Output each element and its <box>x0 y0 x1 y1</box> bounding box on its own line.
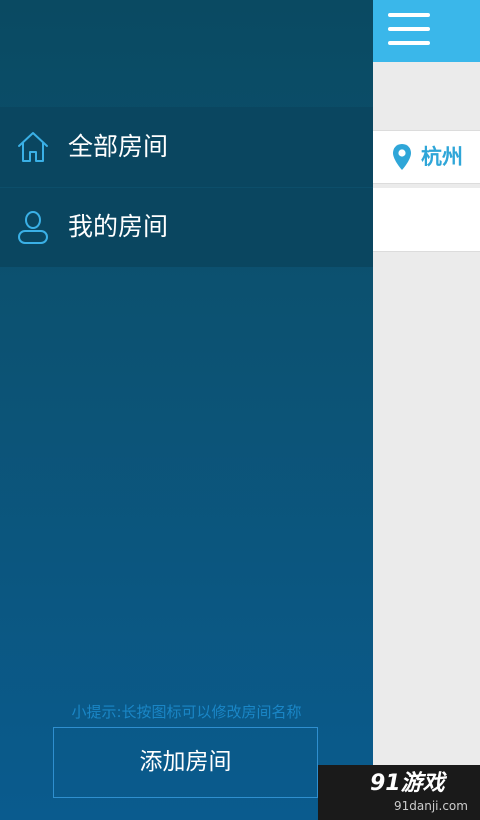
content-panel <box>373 188 480 252</box>
app-screen: 杭州 全部房间 我的房间 小提示:长按图标可以修改房间名称 添加房间 91游戏 … <box>0 0 480 820</box>
drawer-menu: 全部房间 我的房间 <box>0 107 373 267</box>
watermark-url: 91danji.com <box>394 799 468 813</box>
location-city: 杭州 <box>421 145 463 169</box>
user-icon <box>18 211 48 244</box>
location-pin-icon <box>393 144 411 170</box>
home-icon <box>18 132 48 162</box>
navigation-drawer: 全部房间 我的房间 小提示:长按图标可以修改房间名称 添加房间 <box>0 0 373 820</box>
menu-item-my-rooms[interactable]: 我的房间 <box>0 187 373 267</box>
site-watermark: 91游戏 91danji.com <box>318 765 480 820</box>
menu-item-label: 我的房间 <box>68 212 169 241</box>
hamburger-icon[interactable] <box>388 13 430 45</box>
location-selector[interactable]: 杭州 <box>373 130 480 184</box>
add-room-button[interactable]: 添加房间 <box>53 727 318 798</box>
menu-item-all-rooms[interactable]: 全部房间 <box>0 107 373 188</box>
watermark-logo: 91游戏 <box>370 771 445 796</box>
menu-item-label: 全部房间 <box>68 132 169 161</box>
hint-text: 小提示:长按图标可以修改房间名称 <box>71 703 302 721</box>
